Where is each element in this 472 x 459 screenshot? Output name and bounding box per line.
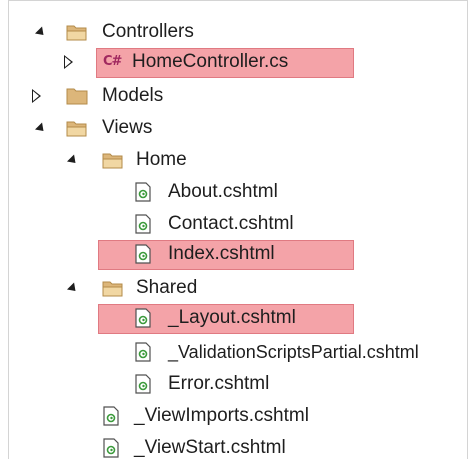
tree-item-label: Home	[136, 149, 187, 170]
tree-item-layout[interactable]: _Layout.cshtml	[0, 302, 472, 334]
folder-open-icon	[102, 281, 123, 297]
razor-file-icon	[103, 406, 119, 426]
folder-open-icon	[66, 25, 87, 41]
razor-file-icon	[135, 374, 151, 394]
tree-item-label: Views	[102, 117, 153, 138]
tree-item-label: _ViewImports.cshtml	[134, 405, 309, 426]
tree-item-viewimports[interactable]: _ViewImports.cshtml	[0, 400, 472, 432]
razor-file-icon	[135, 308, 151, 328]
csharp-file-icon: C#	[103, 54, 122, 69]
razor-file-icon	[135, 182, 151, 202]
tree-item-label: Controllers	[102, 21, 194, 42]
tree-item-contact[interactable]: Contact.cshtml	[0, 208, 472, 240]
razor-file-icon	[135, 214, 151, 234]
tree-item-label: _Layout.cshtml	[168, 307, 296, 328]
tree-item-shared[interactable]: Shared	[0, 272, 472, 304]
tree-item-label: _ValidationScriptsPartial.cshtml	[168, 342, 419, 362]
tree-item-homecontroller[interactable]: C# HomeController.cs	[0, 46, 472, 78]
expand-arrow-icon[interactable]	[32, 112, 48, 144]
tree-item-controllers[interactable]: Controllers	[0, 16, 472, 48]
expand-arrow-icon[interactable]	[64, 272, 80, 304]
tree-item-error[interactable]: Error.cshtml	[0, 368, 472, 400]
tree-item-about[interactable]: About.cshtml	[0, 176, 472, 208]
tree-item-validationscriptspartial[interactable]: _ValidationScriptsPartial.cshtml	[0, 336, 472, 368]
tree-item-index[interactable]: Index.cshtml	[0, 238, 472, 270]
folder-open-icon	[66, 121, 87, 137]
razor-file-icon	[135, 342, 151, 362]
tree-item-label: Index.cshtml	[168, 243, 275, 264]
tree-item-models[interactable]: Models	[0, 80, 472, 112]
collapse-arrow-icon[interactable]	[28, 80, 44, 112]
tree-item-label: Contact.cshtml	[168, 213, 294, 234]
collapse-arrow-icon[interactable]	[60, 46, 76, 78]
tree-item-views[interactable]: Views	[0, 112, 472, 144]
tree-item-viewstart[interactable]: _ViewStart.cshtml	[0, 432, 472, 459]
tree-item-label: _ViewStart.cshtml	[134, 437, 286, 458]
razor-file-icon	[135, 244, 151, 264]
tree-item-label: Shared	[136, 277, 198, 298]
expand-arrow-icon[interactable]	[32, 16, 48, 48]
folder-closed-icon	[66, 88, 88, 105]
expand-arrow-icon[interactable]	[64, 144, 80, 176]
tree-item-home[interactable]: Home	[0, 144, 472, 176]
folder-open-icon	[102, 153, 123, 169]
solution-explorer-tree: Controllers C# HomeController.cs Models …	[0, 0, 472, 459]
tree-item-label: About.cshtml	[168, 181, 278, 202]
razor-file-icon	[103, 438, 119, 458]
tree-item-label: Models	[102, 85, 164, 106]
tree-item-label: Error.cshtml	[168, 373, 270, 394]
tree-item-label: HomeController.cs	[132, 51, 289, 72]
